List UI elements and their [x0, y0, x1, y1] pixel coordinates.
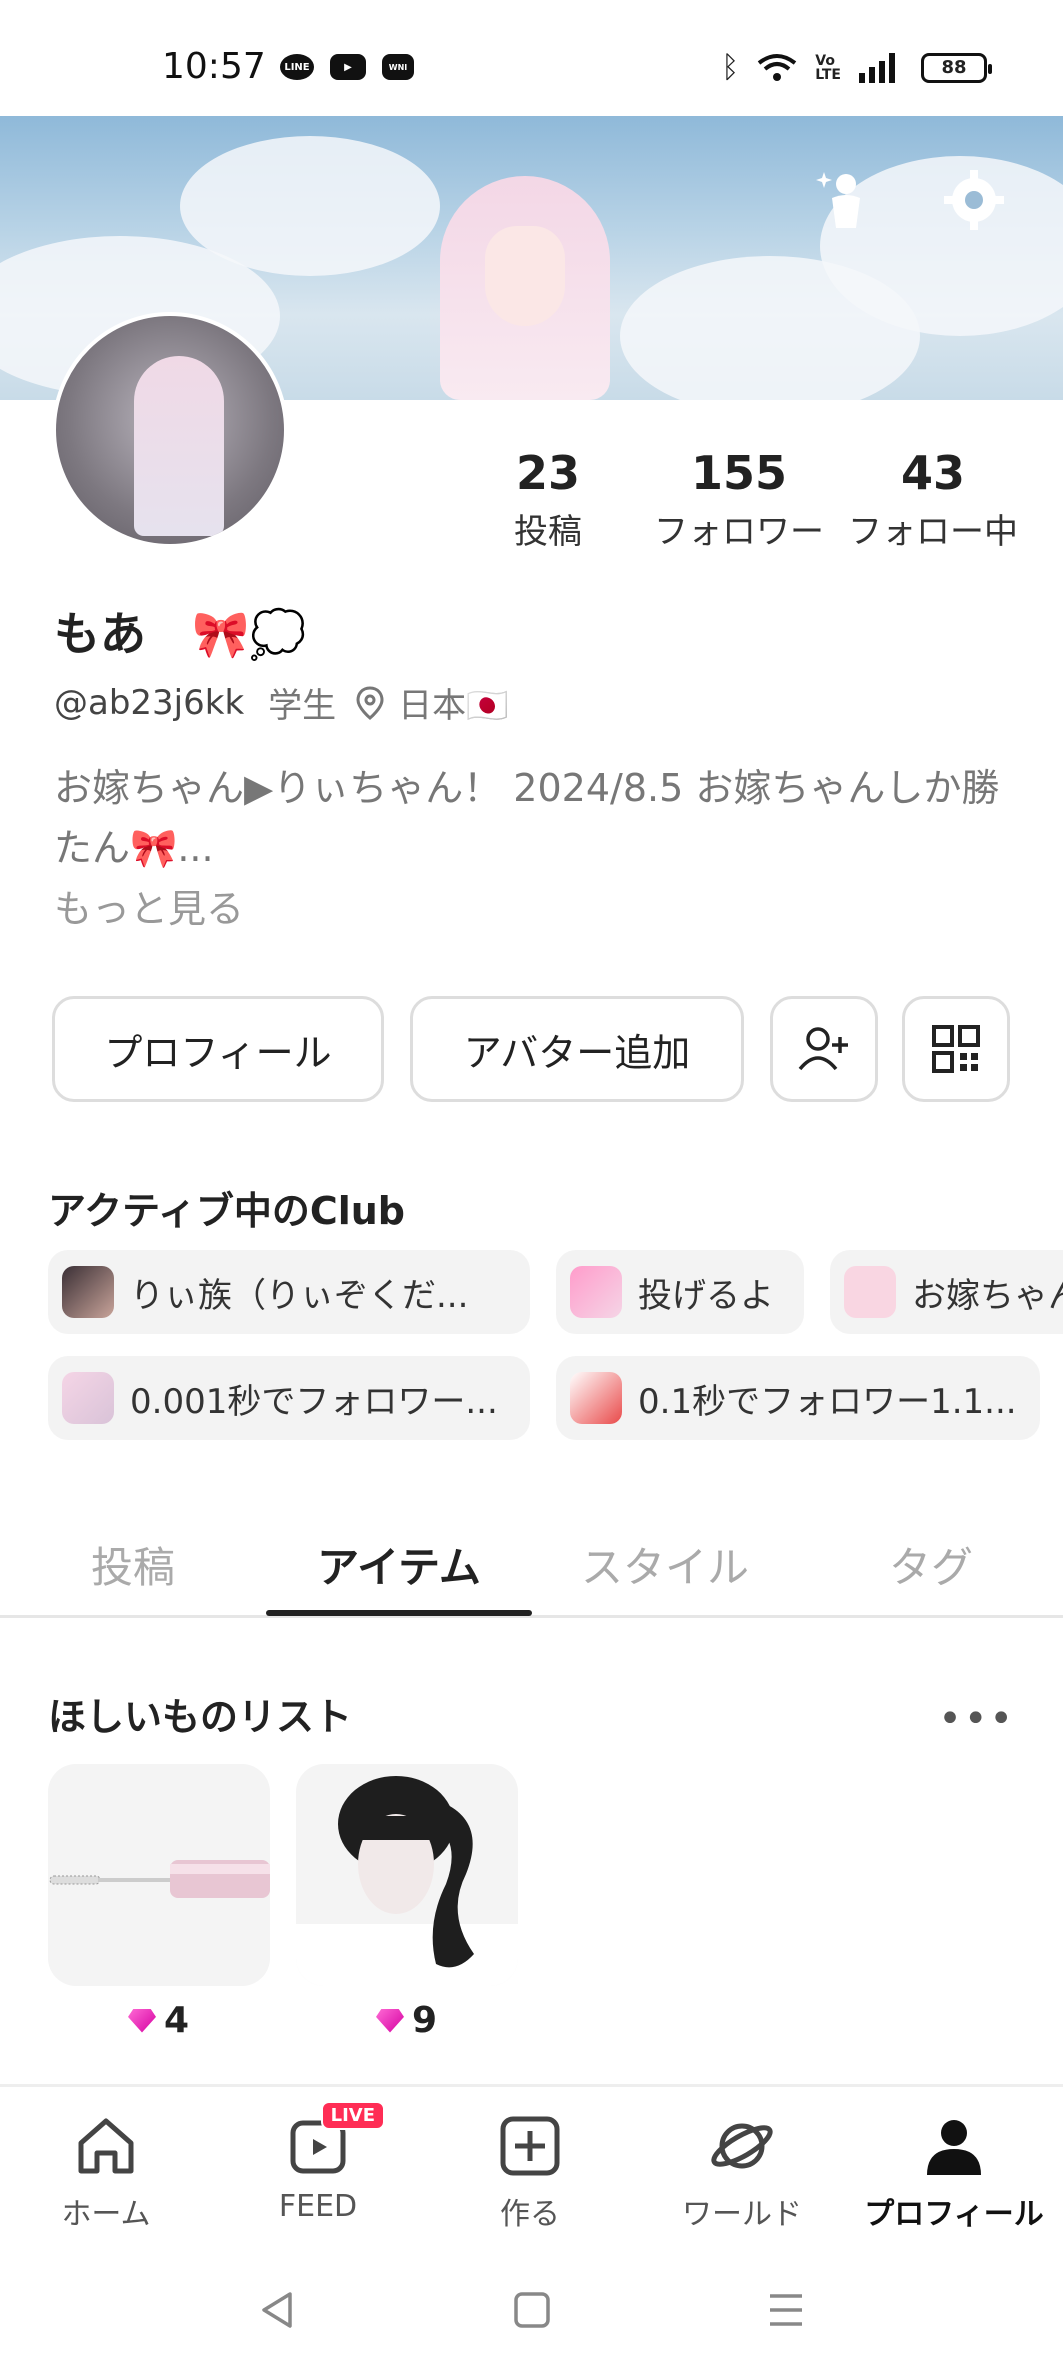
- settings-button[interactable]: [938, 164, 1010, 236]
- volte-icon: Vo LTE: [815, 52, 841, 83]
- nav-profile[interactable]: プロフィール: [848, 2111, 1060, 2233]
- banner-avatar-figure: [440, 176, 610, 400]
- club-label: 投げるよ: [638, 1275, 774, 1316]
- profile-name: もあ 🎀💭: [54, 607, 307, 661]
- bio-more-link[interactable]: もっと見る: [54, 878, 244, 933]
- avatar-effect-button[interactable]: [808, 164, 880, 236]
- youtube-app-icon: ▶: [330, 54, 366, 80]
- system-navigation-bar: [0, 2256, 1063, 2364]
- club-chip[interactable]: 0.001秒でフォロワー...: [48, 1356, 530, 1440]
- club-thumbnail: [62, 1266, 114, 1318]
- wishlist-item[interactable]: [48, 1764, 270, 1986]
- profile-avatar[interactable]: [52, 312, 288, 548]
- club-thumbnail: [844, 1266, 896, 1318]
- club-label: 0.001秒でフォロワー...: [130, 1381, 498, 1422]
- add-avatar-button[interactable]: アバター追加: [410, 996, 744, 1102]
- status-time: 10:57: [162, 46, 266, 87]
- nav-create-label: 作る: [500, 2197, 560, 2232]
- stat-following[interactable]: 43 フォロー中: [840, 446, 1026, 553]
- nav-create[interactable]: 作る: [424, 2111, 636, 2233]
- home-icon: [78, 2118, 134, 2174]
- gear-icon: [944, 170, 1004, 230]
- nav-feed-label: FEED: [278, 2189, 358, 2224]
- world-icon: [711, 2123, 773, 2169]
- gem-icon: [376, 2008, 404, 2033]
- tab-tags[interactable]: タグ: [798, 1534, 1063, 1595]
- club-label: りぃ族（りぃぞくだ...: [130, 1275, 469, 1316]
- status-bar: 10:57 LINE ▶ WNI ᛒ Vo LTE 88: [0, 0, 1063, 116]
- nav-world-label: ワールド: [682, 2197, 802, 2232]
- nav-profile-label: プロフィール: [864, 2197, 1044, 2232]
- profile-bio: お嫁ちゃん▶りぃちゃん！ 2024/8.5 お嫁ちゃんしか勝たん🎀...: [54, 766, 1000, 870]
- tab-style[interactable]: スタイル: [532, 1534, 798, 1595]
- live-badge: LIVE: [320, 2101, 385, 2130]
- club-thumbnail: [570, 1372, 622, 1424]
- nav-feed[interactable]: LIVE FEED: [212, 2101, 424, 2224]
- stat-followers-label: フォロワー: [654, 512, 824, 552]
- qr-code-icon: [932, 1025, 980, 1073]
- stat-following-count: 43: [900, 446, 965, 500]
- battery-indicator: 88: [921, 52, 992, 83]
- wishlist-item-price: 4: [128, 2000, 189, 2041]
- mascara-item-image: [49, 1860, 270, 1898]
- club-chip[interactable]: 0.1秒でフォロワー1.1...: [556, 1356, 1040, 1440]
- stat-following-label: フォロー中: [848, 512, 1018, 552]
- qr-code-button[interactable]: [902, 996, 1010, 1102]
- stat-followers-count: 155: [690, 446, 788, 500]
- stat-followers[interactable]: 155 フォロワー: [646, 446, 832, 553]
- profile-location: 日本🇯🇵: [398, 686, 509, 726]
- club-chip[interactable]: お嫁ちゃん: [830, 1250, 1063, 1334]
- nav-home-label: ホーム: [61, 2197, 151, 2232]
- recents-menu-icon[interactable]: [766, 2292, 806, 2328]
- tab-items[interactable]: アイテム: [266, 1534, 532, 1595]
- wishlist-item[interactable]: [296, 1764, 518, 1986]
- profile-occupation: 学生: [268, 686, 337, 726]
- add-friend-button[interactable]: [770, 996, 878, 1102]
- nav-home[interactable]: ホーム: [0, 2111, 212, 2233]
- tab-posts[interactable]: 投稿: [0, 1534, 266, 1595]
- wni-app-icon: WNI: [382, 54, 414, 80]
- back-icon[interactable]: [258, 2290, 298, 2330]
- club-chip[interactable]: りぃ族（りぃぞくだ...: [48, 1250, 530, 1334]
- line-app-icon: LINE: [280, 54, 314, 80]
- location-pin-icon: [356, 685, 384, 720]
- profile-icon: [927, 2120, 981, 2175]
- signal-icon: [859, 52, 895, 83]
- wifi-icon: [758, 53, 797, 81]
- club-label: お嫁ちゃん: [912, 1275, 1063, 1316]
- clubs-section-title: アクティブ中のClub: [48, 1189, 405, 1233]
- wishlist-item-price: 9: [376, 2000, 437, 2041]
- wishlist-more-button[interactable]: •••: [938, 1696, 1015, 1742]
- price-value: 9: [412, 2000, 438, 2041]
- stat-posts-count: 23: [515, 446, 580, 500]
- edit-profile-button[interactable]: プロフィール: [52, 996, 384, 1102]
- sparkle-person-icon: [816, 172, 860, 228]
- gem-icon: [128, 2008, 156, 2033]
- nav-world[interactable]: ワールド: [636, 2111, 848, 2233]
- home-square-icon[interactable]: [512, 2290, 552, 2330]
- create-icon: [500, 2116, 560, 2176]
- bluetooth-icon: ᛒ: [721, 50, 740, 85]
- club-thumbnail: [570, 1266, 622, 1318]
- club-thumbnail: [62, 1372, 114, 1424]
- hairstyle-item-image: [296, 1776, 518, 1986]
- stat-posts[interactable]: 23 投稿: [488, 446, 608, 553]
- club-label: 0.1秒でフォロワー1.1...: [638, 1381, 1017, 1422]
- wishlist-title: ほしいものリスト: [48, 1695, 353, 1739]
- profile-tabs: 投稿 アイテム スタイル タグ: [0, 1510, 1063, 1618]
- active-tab-indicator: [266, 1610, 532, 1616]
- profile-meta-row: @ab23j6kk 学生 日本🇯🇵: [54, 678, 508, 727]
- club-chip[interactable]: 投げるよ: [556, 1250, 804, 1334]
- status-icons: ᛒ Vo LTE 88: [721, 50, 992, 85]
- add-person-icon: [798, 1027, 848, 1071]
- stat-posts-label: 投稿: [514, 512, 582, 552]
- profile-handle: @ab23j6kk: [54, 682, 245, 723]
- price-value: 4: [164, 2000, 190, 2041]
- bottom-navigation: ホーム LIVE FEED 作る ワールド プロフィール: [0, 2084, 1063, 2256]
